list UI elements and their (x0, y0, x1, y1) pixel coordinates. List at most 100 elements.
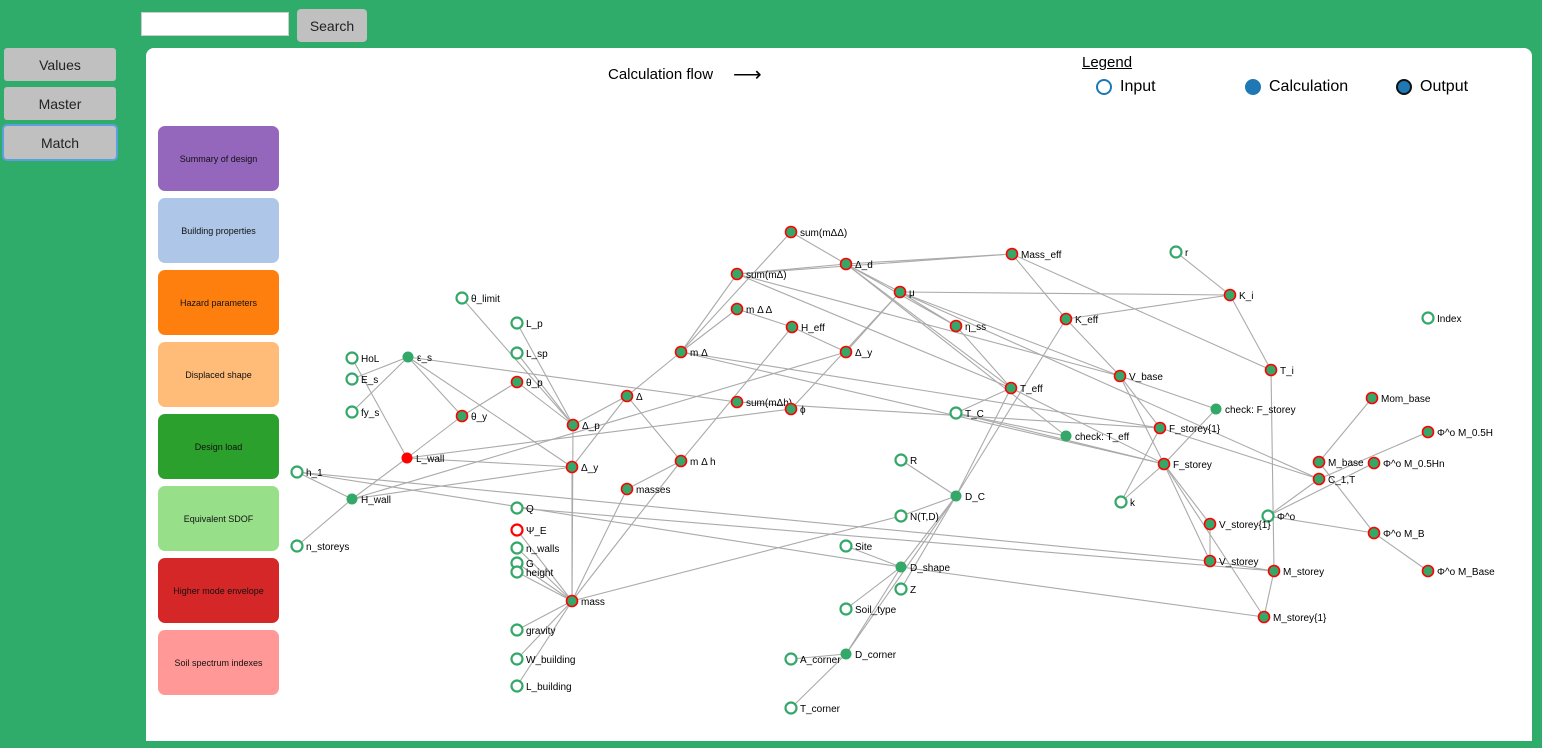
node-M_base[interactable]: M_base (1312, 455, 1365, 470)
node-circle[interactable] (784, 402, 798, 416)
node-circle[interactable] (839, 257, 853, 271)
node-masses[interactable]: masses (620, 482, 671, 497)
node-circle[interactable] (401, 452, 413, 464)
node-circle[interactable] (620, 482, 634, 496)
node-C_1T[interactable]: C_1,T (1312, 472, 1356, 487)
node-m_dh[interactable]: m Δ h (674, 454, 716, 469)
node-circle[interactable] (674, 345, 688, 359)
node-phi_MBase[interactable]: Φ^o M_Base (1421, 564, 1496, 579)
node-circle[interactable] (1203, 554, 1217, 568)
node-phi_05H[interactable]: Φ^o M_0.5H (1421, 425, 1494, 440)
node-circle[interactable] (1421, 564, 1435, 578)
node-circle[interactable] (894, 453, 908, 467)
node-circle[interactable] (1157, 457, 1171, 471)
node-n_walls[interactable]: n_walls (510, 541, 560, 556)
node-circle[interactable] (949, 319, 963, 333)
node-circle[interactable] (1169, 245, 1183, 259)
node-T_i[interactable]: T_i (1264, 363, 1294, 378)
node-circle[interactable] (839, 602, 853, 616)
node-circle[interactable] (784, 652, 798, 666)
node-circle[interactable] (510, 316, 524, 330)
node-R[interactable]: R (894, 453, 918, 468)
node-H_wall[interactable]: H_wall (346, 493, 392, 507)
node-circle[interactable] (1060, 430, 1072, 442)
node-circle[interactable] (1267, 564, 1281, 578)
node-phi_MB[interactable]: Φ^o M_B (1367, 526, 1425, 541)
node-check_F[interactable]: check: F_storey (1210, 403, 1296, 417)
node-Index[interactable]: Index (1421, 311, 1462, 326)
node-m_dd[interactable]: m Δ Δ (730, 302, 773, 317)
node-circle[interactable] (510, 375, 524, 389)
node-K_i[interactable]: K_i (1223, 288, 1254, 303)
node-L_building[interactable]: L_building (510, 679, 572, 694)
node-circle[interactable] (1312, 455, 1326, 469)
node-circle[interactable] (1257, 610, 1271, 624)
node-circle[interactable] (1114, 495, 1128, 509)
node-theta_y[interactable]: θ_y (455, 409, 488, 424)
node-h_1[interactable]: h_1 (290, 465, 324, 480)
node-circle[interactable] (402, 351, 414, 363)
node-D_corner[interactable]: D_corner (840, 648, 897, 662)
node-sum_mdd[interactable]: sum(mΔΔ) (784, 225, 848, 240)
node-eta_ss[interactable]: η_ss (949, 319, 987, 334)
node-circle[interactable] (565, 460, 579, 474)
node-fy_s[interactable]: fy_s (345, 405, 380, 420)
node-Mom_base[interactable]: Mom_base (1365, 391, 1431, 406)
node-circle[interactable] (290, 465, 304, 479)
node-HoL[interactable]: HoL (345, 351, 380, 366)
node-d_y1[interactable]: Δ_y (839, 345, 873, 360)
node-circle[interactable] (1367, 456, 1381, 470)
node-circle[interactable] (1365, 391, 1379, 405)
node-circle[interactable] (674, 454, 688, 468)
node-circle[interactable] (730, 395, 744, 409)
node-n_storeys[interactable]: n_storeys (290, 539, 350, 554)
node-T_C[interactable]: T_C (949, 406, 984, 421)
node-circle[interactable] (345, 405, 359, 419)
node-circle[interactable] (510, 523, 524, 537)
node-circle[interactable] (510, 679, 524, 693)
node-circle[interactable] (1005, 247, 1019, 261)
node-circle[interactable] (510, 652, 524, 666)
node-phi_05Hn[interactable]: Φ^o M_0.5Hn (1367, 456, 1445, 471)
node-circle[interactable] (455, 291, 469, 305)
node-circle[interactable] (730, 302, 744, 316)
node-circle[interactable] (1312, 472, 1326, 486)
node-circle[interactable] (1059, 312, 1073, 326)
node-circle[interactable] (895, 561, 907, 573)
node-V_base[interactable]: V_base (1113, 369, 1164, 384)
node-circle[interactable] (510, 565, 524, 579)
node-L_p[interactable]: L_p (510, 316, 544, 331)
node-Site[interactable]: Site (839, 539, 873, 554)
node-circle[interactable] (1004, 381, 1018, 395)
node-circle[interactable] (565, 594, 579, 608)
node-circle[interactable] (840, 648, 852, 660)
node-M_storey[interactable]: M_storey (1267, 564, 1325, 579)
node-F_storey[interactable]: F_storey (1157, 457, 1212, 472)
node-circle[interactable] (620, 389, 634, 403)
node-F_storey1[interactable]: F_storey{1} (1153, 421, 1221, 436)
node-theta_limit[interactable]: θ_limit (455, 291, 501, 306)
node-M_storey1[interactable]: M_storey{1} (1257, 610, 1328, 625)
node-V_storey1[interactable]: V_storey{1} (1203, 517, 1272, 532)
node-k[interactable]: k (1114, 495, 1137, 510)
node-K_eff[interactable]: K_eff (1059, 312, 1099, 327)
node-circle[interactable] (784, 701, 798, 715)
node-circle[interactable] (455, 409, 469, 423)
node-theta_p[interactable]: θ_p (510, 375, 544, 390)
node-circle[interactable] (839, 539, 853, 553)
node-circle[interactable] (1203, 517, 1217, 531)
node-V_storey[interactable]: V_storey (1203, 554, 1259, 569)
node-d_d[interactable]: Δ_d (839, 257, 873, 272)
node-circle[interactable] (950, 490, 962, 502)
node-Soil_type[interactable]: Soil_type (839, 602, 897, 617)
node-A_corner[interactable]: A_corner (784, 652, 842, 667)
node-circle[interactable] (1210, 403, 1222, 415)
node-d_y2[interactable]: Δ_y (565, 460, 599, 475)
node-circle[interactable] (893, 285, 907, 299)
node-circle[interactable] (1421, 311, 1435, 325)
node-circle[interactable] (1264, 363, 1278, 377)
node-circle[interactable] (949, 406, 963, 420)
node-mass[interactable]: mass (565, 594, 605, 609)
node-circle[interactable] (894, 582, 908, 596)
node-T_corner[interactable]: T_corner (784, 701, 841, 716)
